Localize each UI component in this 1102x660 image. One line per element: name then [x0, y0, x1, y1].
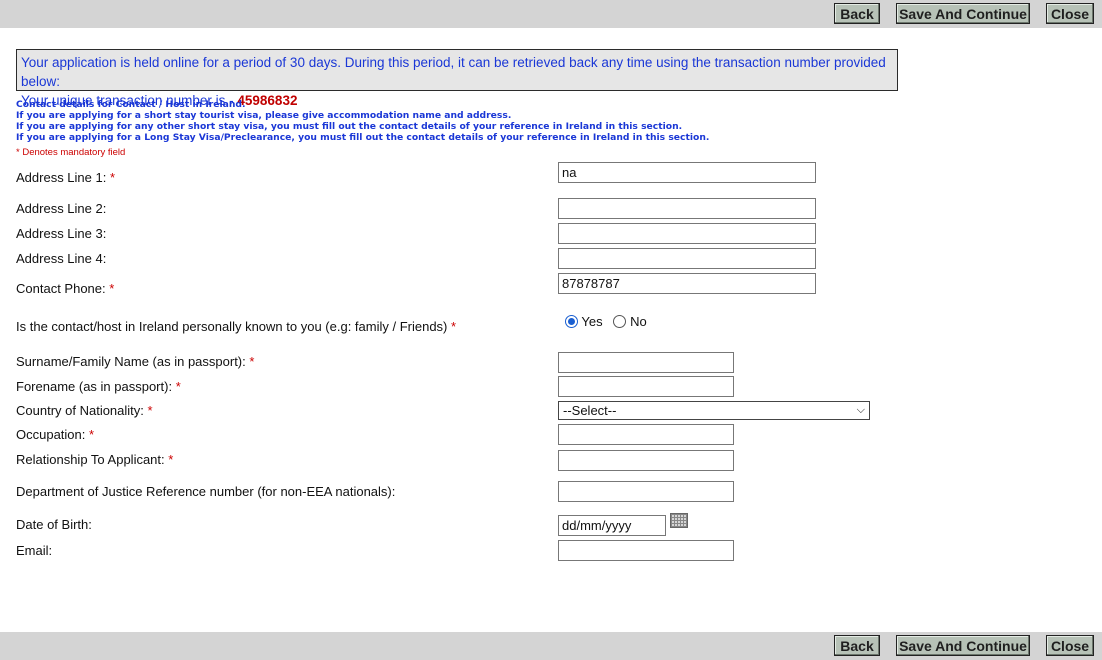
application-info-box: Your application is held online for a pe… — [16, 49, 898, 108]
nationality-select[interactable]: --Select-- ⌵ — [558, 401, 870, 420]
address-line-3-input[interactable] — [558, 223, 816, 244]
contact-instructions: Contact details for Contact / Host in Ir… — [16, 99, 916, 143]
known-yes-label: Yes — [581, 314, 603, 329]
forename-input[interactable] — [558, 376, 734, 397]
chevron-down-icon: ⌵ — [856, 404, 865, 416]
note-line: If you are applying for a short stay tou… — [16, 110, 512, 121]
calendar-icon[interactable] — [670, 513, 688, 528]
top-toolbar: Back Save And Continue Close — [0, 0, 1102, 28]
bottom-toolbar: Back Save And Continue Close — [0, 632, 1102, 660]
surname-label: Surname/Family Name (as in passport): * — [16, 354, 255, 369]
required-marker: * — [109, 281, 115, 296]
surname-input[interactable] — [558, 352, 734, 373]
address-line-4-label: Address Line 4: — [16, 251, 107, 266]
email-input[interactable] — [558, 540, 734, 561]
occupation-input[interactable] — [558, 424, 734, 445]
note-line: Contact details for Contact / Host in Ir… — [16, 99, 246, 110]
forename-label: Forename (as in passport): * — [16, 379, 181, 394]
doj-reference-input[interactable] — [558, 481, 734, 502]
occupation-label: Occupation: * — [16, 427, 95, 442]
note-line: If you are applying for any other short … — [16, 121, 683, 132]
date-of-birth-label: Date of Birth: — [16, 517, 92, 532]
info-line-1: Your application is held online for a pe… — [21, 55, 886, 89]
required-marker: * — [175, 379, 181, 394]
save-and-continue-button[interactable]: Save And Continue — [896, 3, 1030, 24]
note-line: If you are applying for a Long Stay Visa… — [16, 132, 710, 143]
required-marker: * — [168, 452, 174, 467]
close-button[interactable]: Close — [1046, 3, 1094, 24]
relationship-label: Relationship To Applicant: * — [16, 452, 174, 467]
address-line-2-input[interactable] — [558, 198, 816, 219]
known-no-label: No — [630, 314, 647, 329]
mandatory-field-note: * Denotes mandatory field — [16, 147, 126, 158]
address-line-1-input[interactable] — [558, 162, 816, 183]
known-no-radio[interactable] — [613, 315, 627, 328]
relationship-input[interactable] — [558, 450, 734, 471]
save-and-continue-button[interactable]: Save And Continue — [896, 635, 1030, 656]
doj-reference-label: Department of Justice Reference number (… — [16, 484, 396, 499]
nationality-selected-value: --Select-- — [563, 403, 617, 418]
contact-phone-label: Contact Phone: * — [16, 281, 115, 296]
known-contact-radio-group: Yes No — [565, 314, 647, 329]
required-marker: * — [109, 170, 116, 185]
address-line-4-input[interactable] — [558, 248, 816, 269]
required-marker: * — [89, 427, 95, 442]
required-marker: * — [249, 354, 255, 369]
required-marker: * — [147, 403, 153, 418]
back-button[interactable]: Back — [834, 635, 880, 656]
date-of-birth-input[interactable] — [558, 515, 666, 536]
address-line-2-label: Address Line 2: — [16, 201, 107, 216]
back-button[interactable]: Back — [834, 3, 880, 24]
known-yes-radio[interactable] — [565, 315, 578, 328]
nationality-label: Country of Nationality: * — [16, 403, 153, 418]
address-line-1-label: Address Line 1: * — [16, 170, 116, 185]
required-marker: * — [451, 319, 457, 334]
address-line-3-label: Address Line 3: — [16, 226, 107, 241]
known-contact-label: Is the contact/host in Ireland personall… — [16, 319, 457, 334]
email-label: Email: — [16, 543, 53, 558]
contact-phone-input[interactable] — [558, 273, 816, 294]
close-button[interactable]: Close — [1046, 635, 1094, 656]
